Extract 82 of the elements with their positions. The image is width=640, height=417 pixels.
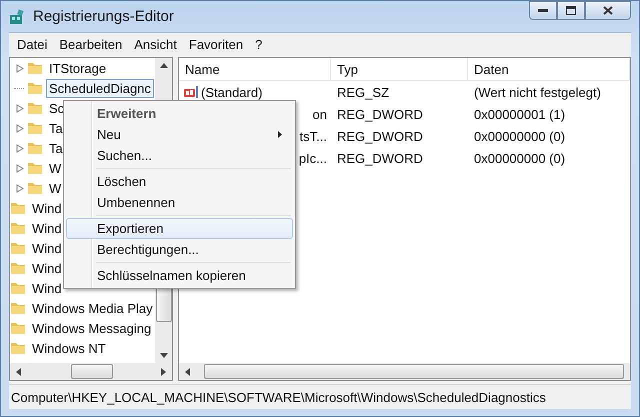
scroll-thumb[interactable]	[71, 364, 113, 379]
folder-icon	[10, 221, 26, 235]
column-header[interactable]: Daten	[468, 58, 630, 80]
left-arrow-icon[interactable]	[185, 368, 190, 376]
up-arrow-icon[interactable]	[160, 63, 168, 68]
column-header[interactable]: Name	[179, 58, 331, 80]
table-cell-text: (Wert nicht festgelegt)	[473, 84, 602, 100]
minimize-button[interactable]	[529, 1, 557, 20]
key-path: Computer\HKEY_LOCAL_MACHINE\SOFTWARE\Microsoft\Windows\ScheduledDiagnostics	[11, 390, 546, 404]
tree-item[interactable]: Wind	[29, 218, 65, 238]
table-cell-text: REG_SZ	[336, 84, 390, 100]
menu-item[interactable]: ?	[249, 36, 268, 52]
maximize-icon	[566, 6, 576, 15]
folder-icon	[10, 241, 26, 255]
menu-item[interactable]: Umbenennen	[66, 192, 293, 213]
menu-item[interactable]: Erweitern	[66, 103, 293, 124]
left-arrow-icon[interactable]	[16, 368, 21, 376]
table-cell: (Standard)	[201, 84, 262, 100]
menu-item[interactable]: Exportieren	[66, 218, 293, 239]
table-cell-text: REG_DWORD	[336, 106, 424, 122]
table-cell: tsT...	[300, 128, 327, 144]
window-title: Registrierungs-Editor	[33, 8, 174, 25]
table-cell-text: 0x00000000 (0)	[473, 150, 566, 166]
column-header[interactable]: Typ	[331, 58, 468, 80]
menu-item[interactable]: Löschen	[66, 171, 293, 192]
folder-icon	[10, 321, 26, 335]
folder-icon	[10, 341, 26, 355]
folder-icon	[10, 201, 26, 215]
menu-item[interactable]: Schlüsselnamen kopieren	[66, 265, 293, 286]
tree-item[interactable]: W	[46, 158, 64, 178]
menu-item[interactable]: Datei	[11, 36, 54, 52]
menu-item[interactable]: Neu	[66, 124, 293, 145]
folder-icon	[27, 141, 43, 155]
menu-item[interactable]: Favoriten	[182, 36, 250, 52]
expand-arrow-icon[interactable]	[16, 164, 24, 172]
expand-arrow-icon[interactable]	[16, 64, 24, 72]
folder-icon	[27, 181, 43, 195]
horizontal-scrollbar[interactable]	[179, 363, 630, 380]
folder-icon	[10, 261, 26, 275]
tree-item[interactable]: Sc	[46, 98, 68, 118]
string-value-icon	[183, 85, 199, 99]
tree-item[interactable]: Wind	[29, 278, 65, 298]
tree-item[interactable]: Windows Messaging	[29, 318, 154, 338]
close-icon	[603, 6, 613, 15]
folder-icon	[27, 161, 43, 175]
expand-arrow-icon[interactable]	[16, 124, 24, 132]
expand-arrow-icon[interactable]	[16, 104, 24, 112]
tree-item[interactable]: ITStorage	[46, 58, 110, 78]
table-cell-text: 0x00000001 (1)	[473, 106, 566, 122]
folder-icon	[10, 281, 26, 295]
tree-item[interactable]: Windows Media Play	[29, 298, 155, 318]
tree-item[interactable]: W	[46, 178, 64, 198]
table-cell: pIc...	[298, 150, 327, 166]
menu-item[interactable]: Bearbeiten	[53, 36, 128, 52]
expand-arrow-icon[interactable]	[16, 144, 24, 152]
expand-arrow-icon[interactable]	[16, 184, 24, 192]
folder-icon	[27, 81, 43, 95]
maximize-button[interactable]	[557, 1, 585, 20]
tree-item[interactable]: Windows NT	[29, 338, 109, 358]
down-arrow-icon[interactable]	[160, 353, 168, 358]
tree-item[interactable]: Ta	[46, 138, 66, 158]
menu-item[interactable]: Berechtigungen...	[66, 239, 293, 260]
folder-icon	[27, 101, 43, 115]
table-cell-text: REG_DWORD	[336, 150, 424, 166]
tree-item[interactable]: Wind	[29, 198, 65, 218]
menu-item[interactable]: Ansicht	[128, 36, 183, 52]
horizontal-scrollbar[interactable]	[10, 363, 172, 380]
tree-item[interactable]: ScheduledDiagnc	[46, 78, 154, 98]
menu-item[interactable]: Suchen...	[66, 145, 293, 166]
table-cell: on	[312, 106, 327, 122]
folder-icon	[27, 121, 43, 135]
table-cell-text: REG_DWORD	[336, 128, 424, 144]
tree-item[interactable]: Wind	[29, 238, 65, 258]
close-button[interactable]	[585, 1, 631, 20]
minimize-icon	[538, 8, 548, 12]
table-cell-text: 0x00000000 (0)	[473, 128, 566, 144]
folder-icon	[10, 301, 26, 315]
right-arrow-icon[interactable]	[161, 368, 166, 376]
tree-item[interactable]: Wind	[29, 258, 65, 278]
folder-icon	[27, 61, 43, 75]
tree-item[interactable]: Ta	[46, 118, 66, 138]
scroll-thumb[interactable]	[204, 364, 624, 379]
